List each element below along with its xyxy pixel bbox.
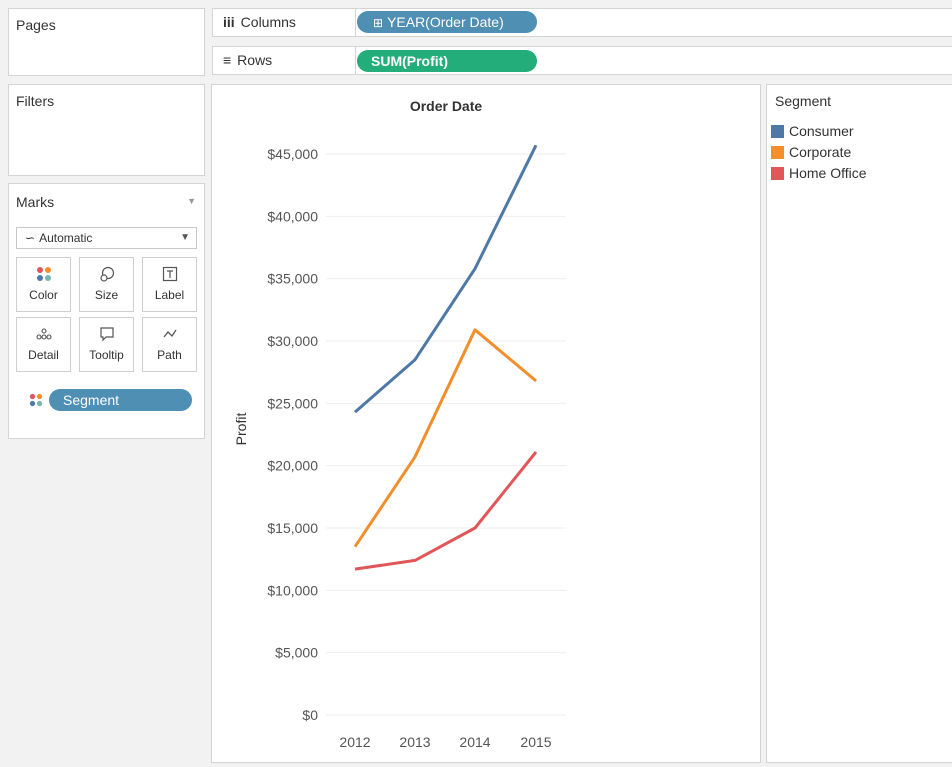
legend-item-consumer[interactable]: Consumer [771,121,854,141]
filters-card[interactable]: Filters [8,84,205,176]
columns-shelf: iii Columns [212,8,952,37]
path-icon [143,326,196,348]
rows-icon: ≡ [223,52,232,68]
chart-view: Order Date Profit $0 $5,000 $10,000 $15,000… [211,84,761,763]
filters-title: Filters [16,93,55,109]
shelf-divider [355,47,356,74]
line-chart: Order Date Profit $0 $5,000 $10,000 $15,000… [233,98,566,750]
columns-icon: iii [223,14,235,30]
x-tick-label: 2015 [520,734,551,750]
legend-swatch-consumer [771,125,784,138]
path-label: Path [157,348,182,362]
y-tick-label: $45,000 [267,146,318,162]
year-order-date-pill[interactable]: ⊞ YEAR(Order Date) [357,11,537,33]
segment-pill[interactable]: Segment [49,389,192,411]
label-icon [143,266,196,288]
legend-label-home-office: Home Office [789,165,867,181]
legend-label-consumer: Consumer [789,123,854,139]
line-mark-icon: ∽ [25,231,36,245]
detail-icon [17,326,70,348]
rows-shelf-label: ≡ Rows [223,52,272,68]
legend-items: Consumer Corporate Home Office [767,119,952,185]
legend-title: Segment [775,93,832,109]
mark-type-value: Automatic [39,231,93,245]
year-order-date-pill-label: YEAR(Order Date) [387,14,504,30]
legend-item-corporate[interactable]: Corporate [771,142,851,162]
y-tick-label: $20,000 [267,458,318,474]
y-tick-label: $35,000 [267,271,318,287]
marks-menu-caret-icon[interactable]: ▼ [187,196,196,206]
legend-label-corporate: Corporate [789,144,852,160]
rows-shelf: ≡ Rows [212,46,952,75]
series-lines [353,144,538,571]
grid-lines [326,153,566,716]
detail-label: Detail [28,348,59,362]
chart-title: Order Date [410,98,483,114]
y-tick-label: $5,000 [275,645,318,661]
pages-card[interactable]: Pages [8,8,205,76]
y-tick-label: $25,000 [267,395,318,411]
x-axis-ticks: 2012 2013 2014 2015 [339,734,551,750]
series-line-home-office[interactable] [354,451,538,571]
y-tick-label: $40,000 [267,208,318,224]
size-icon [80,266,133,288]
y-tick-label: $15,000 [267,520,318,536]
marks-card: Marks ▼ ∽ Automatic ▼ Color Size Label De… [8,183,205,439]
y-tick-label: $10,000 [267,582,318,598]
tooltip-button[interactable]: Tooltip [79,317,134,372]
color-label: Color [29,288,58,302]
chevron-down-icon: ▼ [180,232,190,243]
path-button[interactable]: Path [142,317,197,372]
series-line-corporate[interactable] [353,328,537,548]
detail-button[interactable]: Detail [16,317,71,372]
columns-label-text: Columns [240,14,296,30]
x-tick-label: 2014 [459,734,490,750]
tooltip-icon [80,326,133,348]
size-button[interactable]: Size [79,257,134,312]
sum-profit-pill[interactable]: SUM(Profit) [357,50,537,72]
y-tick-label: $30,000 [267,333,318,349]
rows-label-text: Rows [237,52,273,68]
x-tick-label: 2013 [399,734,430,750]
mark-type-dropdown[interactable]: ∽ Automatic ▼ [16,227,197,249]
columns-shelf-label: iii Columns [223,14,296,30]
segment-color-icon [29,393,43,410]
tooltip-label: Tooltip [89,348,124,362]
legend-swatch-corporate [771,146,784,159]
y-tick-label: $0 [302,707,318,723]
legend-item-home-office[interactable]: Home Office [771,163,867,183]
color-button[interactable]: Color [16,257,71,312]
y-axis-ticks: $0 $5,000 $10,000 $15,000 $20,000 $25,000 $30,… [267,146,318,723]
x-tick-label: 2012 [339,734,370,750]
size-label: Size [94,288,119,302]
legend-card: Segment Consumer Corporate Home Office [766,84,952,763]
color-icon [17,266,70,288]
label-button[interactable]: Label [142,257,197,312]
expand-plus-icon: ⊞ [373,16,384,30]
shelf-divider [355,9,356,36]
legend-swatch-home-office [771,167,784,180]
label-label: Label [154,288,185,302]
pages-title: Pages [16,17,56,33]
marks-title: Marks [16,194,55,210]
y-axis-label: Profit [233,413,249,446]
